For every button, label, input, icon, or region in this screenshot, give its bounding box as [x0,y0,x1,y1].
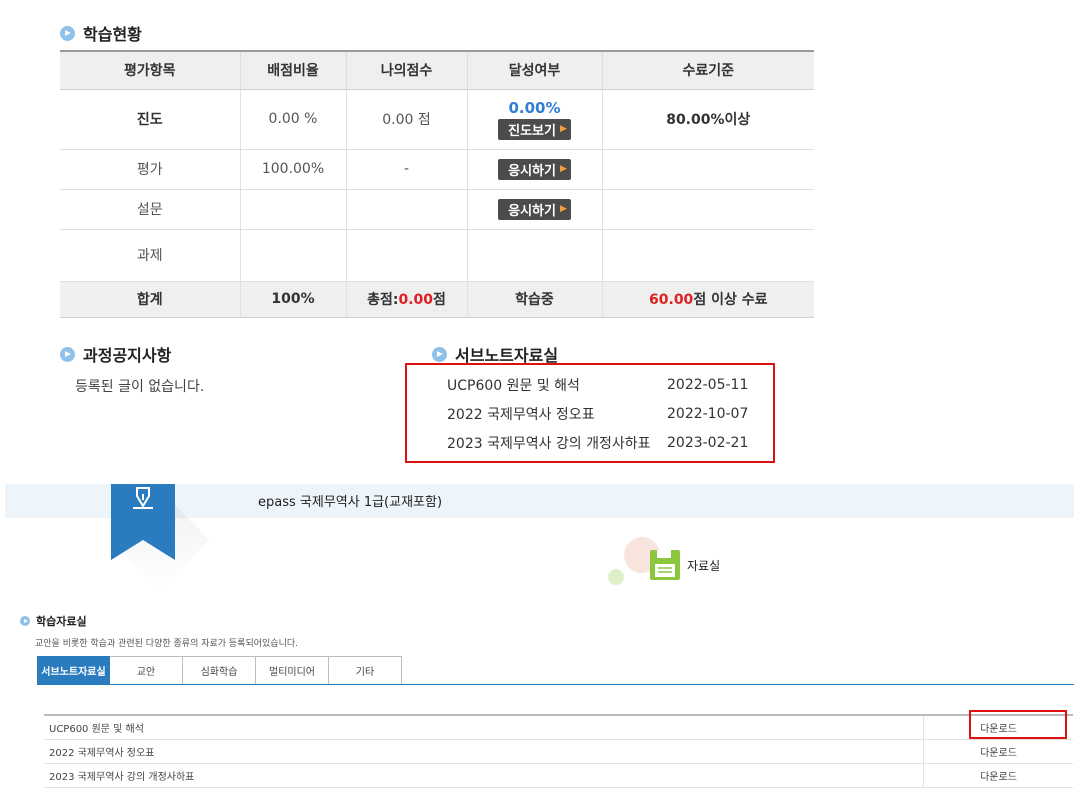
row-achieve: 응시하기 ▶ [466,189,602,230]
notice-empty-message: 등록된 글이 없습니다. [75,379,205,395]
play-bullet-icon [60,25,75,41]
total-criteria: 60.00점 이상 수료 [601,281,814,318]
status-title: 학습현황 [83,25,142,44]
table-row: UCP600 원문 및 해석 다운로드 [44,716,1073,740]
row-criteria [601,149,814,190]
play-bullet-icon [60,346,75,362]
tab-subnote[interactable]: 서브노트자료실 [37,656,110,684]
tab-multimedia[interactable]: 멀티미디어 [256,656,329,684]
table-row-assignment: 과제 [60,229,814,282]
download-highlight-box [969,710,1067,739]
total-score-prefix: 총점: [367,292,399,308]
progress-table: 평가항목 배점비율 나의점수 달성여부 수료기준 진도 0.00 % 0.00 … [60,50,814,318]
row-ratio: 0.00 % [239,89,346,150]
library-title: 학습자료실 [36,615,87,628]
progress-percent: 0.00% [508,98,561,117]
download-button[interactable]: 다운로드 [923,764,1073,787]
total-score: 총점:0.00점 [345,281,467,318]
row-ratio: 100.00% [239,149,346,190]
list-item[interactable]: UCP600 원문 및 해석 2022-05-11 [447,370,748,399]
total-score-value: 0.00 [398,292,433,308]
row-item: 과제 [60,229,240,282]
play-bullet-icon [20,616,30,626]
table-row-total: 합계 100% 총점:0.00점 학습중 60.00점 이상 수료 [60,281,814,318]
row-item: 설문 [60,189,240,230]
list-item[interactable]: 2022 국제무역사 정오표 2022-10-07 [447,399,748,428]
tab-advanced[interactable]: 심화학습 [183,656,256,684]
floppy-disk-icon [650,550,680,580]
header-item: 평가항목 [60,50,240,90]
total-ratio: 100% [239,281,346,318]
row-score: - [345,149,467,190]
total-score-suffix: 점 [433,292,446,308]
subnote-item-date: 2022-05-11 [667,376,749,393]
row-score: 0.00 점 [345,89,467,150]
take-survey-button[interactable]: 응시하기 ▶ [498,198,571,220]
header-criteria: 수료기준 [601,50,814,90]
tab-lecture-notes[interactable]: 교안 [110,656,183,684]
view-progress-label: 진도보기 [508,123,556,139]
total-state: 학습중 [466,281,602,318]
status-section-title: 학습현황 [60,21,142,45]
take-exam-label: 응시하기 [508,163,556,179]
header-achieve: 달성여부 [466,50,602,90]
row-criteria [601,229,814,282]
row-item: 평가 [60,149,240,190]
library-tabs: 서브노트자료실 교안 심화학습 멀티미디어 기타 [37,656,1074,685]
list-item[interactable]: 2023 국제무역사 강의 개정사하표 2023-02-21 [447,428,748,457]
course-ribbon [111,484,175,560]
row-achieve [466,229,602,282]
row-title[interactable]: 2022 국제무역사 정오표 [44,744,923,759]
library-label: 자료실 [687,559,721,573]
subnote-item-date: 2023-02-21 [667,434,749,451]
row-ratio [239,229,346,282]
subnote-item-title[interactable]: 2023 국제무역사 강의 개정사하표 [447,433,667,453]
row-criteria: 80.00%이상 [601,89,814,150]
subnote-item-title[interactable]: 2022 국제무역사 정오표 [447,404,667,424]
arrow-right-icon: ▶ [559,204,567,214]
table-row-progress: 진도 0.00 % 0.00 점 0.00% 진도보기 ▶ 80.00%이상 [60,89,814,150]
subnote-list: UCP600 원문 및 해석 2022-05-11 2022 국제무역사 정오표… [447,370,748,457]
view-progress-button[interactable]: 진도보기 ▶ [498,118,571,140]
download-button[interactable]: 다운로드 [923,740,1073,763]
row-title[interactable]: 2023 국제무역사 강의 개정사하표 [44,768,923,783]
row-score [345,189,467,230]
subnote-item-title[interactable]: UCP600 원문 및 해석 [447,375,667,395]
row-criteria [601,189,814,230]
row-item: 진도 [60,89,240,150]
row-achieve: 응시하기 ▶ [466,149,602,190]
header-ratio: 배점비율 [239,50,346,90]
take-survey-label: 응시하기 [508,203,556,219]
row-title[interactable]: UCP600 원문 및 해석 [44,720,923,735]
arrow-right-icon: ▶ [559,164,567,174]
notice-section-title: 과정공지사항 [60,342,171,366]
notice-title[interactable]: 과정공지사항 [83,342,171,366]
arrow-right-icon: ▶ [559,124,567,134]
row-achieve: 0.00% 진도보기 ▶ [466,89,602,150]
table-row-survey: 설문 응시하기 ▶ [60,189,814,230]
course-name: epass 국제무역사 1급(교재포함) [258,495,443,510]
total-criteria-value: 60.00 [649,292,694,308]
library-list: UCP600 원문 및 해석 다운로드 2022 국제무역사 정오표 다운로드 … [44,714,1073,788]
subnote-item-date: 2022-10-07 [667,405,749,422]
take-exam-button[interactable]: 응시하기 ▶ [498,158,571,180]
pen-icon [133,487,153,509]
table-row: 2022 국제무역사 정오표 다운로드 [44,740,1073,764]
tab-etc[interactable]: 기타 [329,656,402,684]
table-row: 2023 국제무역사 강의 개정사하표 다운로드 [44,764,1073,788]
table-row-exam: 평가 100.00% - 응시하기 ▶ [60,149,814,190]
library-section-title: 학습자료실 [20,613,87,629]
row-ratio [239,189,346,230]
play-bullet-icon [432,346,447,362]
total-item: 합계 [60,281,240,318]
library-description: 교안을 비롯한 학습과 관련된 다양한 종류의 자료가 등록되어있습니다. [35,639,299,649]
total-criteria-suffix: 점 이상 수료 [693,292,768,308]
header-score: 나의점수 [345,50,467,90]
row-score [345,229,467,282]
